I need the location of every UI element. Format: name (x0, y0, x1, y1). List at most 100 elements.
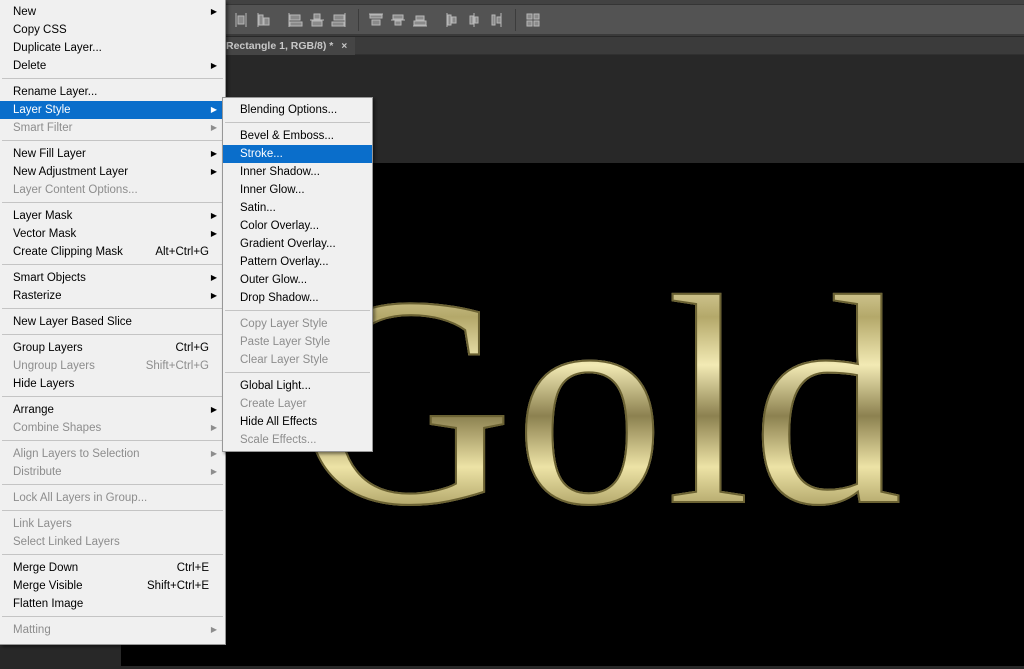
distribute-horizontal-centers-icon[interactable] (232, 11, 250, 29)
menu-item-label: Pattern Overlay... (240, 256, 329, 268)
menu-item-rename-layer[interactable]: Rename Layer... (0, 83, 225, 101)
menu-item-delete[interactable]: Delete ▶ (0, 57, 225, 75)
menu-item-rasterize[interactable]: Rasterize ▶ (0, 287, 225, 305)
menu-item-clear-layer-style[interactable]: Clear Layer Style (223, 351, 372, 369)
menu-item-layer-content-options[interactable]: Layer Content Options... (0, 181, 225, 199)
distribute-top-edges-icon[interactable] (443, 11, 461, 29)
menu-item-select-linked-layers[interactable]: Select Linked Layers (0, 533, 225, 551)
menu-item-duplicate-layer[interactable]: Duplicate Layer... (0, 39, 225, 57)
menu-item-label: Create Layer (240, 398, 307, 410)
menu-item-merge-down[interactable]: Merge Down Ctrl+E (0, 559, 225, 577)
menu-item-label: Rasterize (13, 290, 62, 302)
menu-item-blending-options[interactable]: Blending Options... (223, 101, 372, 119)
menu-item-label: New Layer Based Slice (13, 316, 132, 328)
menu-item-bevel-emboss[interactable]: Bevel & Emboss... (223, 127, 372, 145)
menu-item-label: Align Layers to Selection (13, 448, 140, 460)
menu-item-label: Ungroup Layers (13, 360, 95, 372)
menu-item-inner-glow[interactable]: Inner Glow... (223, 181, 372, 199)
menu-item-hide-all-effects[interactable]: Hide All Effects (223, 413, 372, 431)
menu-item-label: Outer Glow... (240, 274, 308, 286)
menu-item-hide-layers[interactable]: Hide Layers (0, 375, 225, 393)
menu-item-satin[interactable]: Satin... (223, 199, 372, 217)
menu-item-label: Vector Mask (13, 228, 77, 240)
auto-align-layers-icon[interactable] (524, 11, 542, 29)
menu-item-label: Scale Effects... (240, 434, 317, 446)
menu-item-distribute[interactable]: Distribute ▶ (0, 463, 225, 481)
menu-item-lock-all-layers-in-group[interactable]: Lock All Layers in Group... (0, 489, 225, 507)
menu-item-pattern-overlay[interactable]: Pattern Overlay... (223, 253, 372, 271)
menu-item-new-fill-layer[interactable]: New Fill Layer ▶ (0, 145, 225, 163)
menu-separator (2, 510, 223, 511)
menu-item-gradient-overlay[interactable]: Gradient Overlay... (223, 235, 372, 253)
menu-item-label: Satin... (240, 202, 276, 214)
layer-menu: New ▶ Copy CSS Duplicate Layer... Delete ▶ Ren… (0, 0, 226, 645)
menu-item-color-overlay[interactable]: Color Overlay... (223, 217, 372, 235)
align-bottom-edges-icon[interactable] (330, 11, 348, 29)
menu-item-inner-shadow[interactable]: Inner Shadow... (223, 163, 372, 181)
menu-item-layer-mask[interactable]: Layer Mask ▶ (0, 207, 225, 225)
menu-item-flatten-image[interactable]: Flatten Image (0, 595, 225, 613)
menu-separator (2, 554, 223, 555)
menu-item-vector-mask[interactable]: Vector Mask ▶ (0, 225, 225, 243)
menu-item-matting[interactable]: Matting ▶ (0, 621, 225, 639)
menu-item-align-layers-to-selection[interactable]: Align Layers to Selection ▶ (0, 445, 225, 463)
menu-item-label: Lock All Layers in Group... (13, 492, 148, 504)
distribute-bottom-edges-icon[interactable] (487, 11, 505, 29)
align-right-edges-icon[interactable] (411, 11, 429, 29)
menu-item-combine-shapes[interactable]: Combine Shapes ▶ (0, 419, 225, 437)
align-vertical-centers-icon[interactable] (308, 11, 326, 29)
menu-item-paste-layer-style[interactable]: Paste Layer Style (223, 333, 372, 351)
menu-item-arrange[interactable]: Arrange ▶ (0, 401, 225, 419)
menu-item-label: Layer Mask (13, 210, 73, 222)
menu-item-shortcut: Alt+Ctrl+G (155, 246, 209, 258)
align-horizontal-centers-icon[interactable] (389, 11, 407, 29)
menu-item-copy-css[interactable]: Copy CSS (0, 21, 225, 39)
menu-item-label: Drop Shadow... (240, 292, 319, 304)
menu-item-label: New Adjustment Layer (13, 166, 129, 178)
menu-item-create-clipping-mask[interactable]: Create Clipping Mask Alt+Ctrl+G (0, 243, 225, 261)
menu-item-label: Delete (13, 60, 47, 72)
menu-separator (225, 310, 370, 311)
menu-item-label: Hide Layers (13, 378, 75, 390)
menu-item-label: Flatten Image (13, 598, 84, 610)
menu-item-label: Inner Glow... (240, 184, 305, 196)
distribute-vertical-centers-icon[interactable] (465, 11, 483, 29)
menu-item-outer-glow[interactable]: Outer Glow... (223, 271, 372, 289)
menu-item-group-layers[interactable]: Group Layers Ctrl+G (0, 339, 225, 357)
menu-item-scale-effects[interactable]: Scale Effects... (223, 431, 372, 449)
submenu-arrow-icon: ▶ (210, 167, 217, 176)
menu-item-stroke[interactable]: Stroke... (223, 145, 372, 163)
menu-item-label: New (13, 6, 37, 18)
submenu-arrow-icon: ▶ (210, 61, 217, 70)
distribute-right-edges-icon[interactable] (254, 11, 272, 29)
submenu-arrow-icon: ▶ (210, 105, 217, 114)
menu-item-label: Create Clipping Mask (13, 246, 123, 258)
submenu-arrow-icon: ▶ (210, 449, 217, 458)
menu-item-smart-objects[interactable]: Smart Objects ▶ (0, 269, 225, 287)
menu-item-create-layer[interactable]: Create Layer (223, 395, 372, 413)
menu-item-label: Matting (13, 624, 51, 636)
menu-item-merge-visible[interactable]: Merge Visible Shift+Ctrl+E (0, 577, 225, 595)
menu-item-label: Merge Down (13, 562, 79, 574)
menu-item-copy-layer-style[interactable]: Copy Layer Style (223, 315, 372, 333)
menu-item-label: Group Layers (13, 342, 83, 354)
menu-item-label: Smart Objects (13, 272, 86, 284)
menu-item-label: Paste Layer Style (240, 336, 331, 348)
menu-item-label: Layer Content Options... (13, 184, 138, 196)
menu-item-new[interactable]: New ▶ (0, 3, 225, 21)
menu-item-link-layers[interactable]: Link Layers (0, 515, 225, 533)
align-left-edges-icon[interactable] (367, 11, 385, 29)
menu-item-layer-style[interactable]: Layer Style ▶ (0, 101, 225, 119)
menu-item-new-layer-based-slice[interactable]: New Layer Based Slice (0, 313, 225, 331)
menu-item-ungroup-layers[interactable]: Ungroup Layers Shift+Ctrl+G (0, 357, 225, 375)
menu-item-smart-filter[interactable]: Smart Filter ▶ (0, 119, 225, 137)
align-top-edges-icon[interactable] (286, 11, 304, 29)
close-icon[interactable]: × (341, 41, 347, 52)
menu-item-label: Gradient Overlay... (240, 238, 336, 250)
menu-item-drop-shadow[interactable]: Drop Shadow... (223, 289, 372, 307)
menu-item-global-light[interactable]: Global Light... (223, 377, 372, 395)
submenu-arrow-icon: ▶ (210, 211, 217, 220)
menu-item-new-adjustment-layer[interactable]: New Adjustment Layer ▶ (0, 163, 225, 181)
menu-item-label: Smart Filter (13, 122, 73, 134)
toolbar-separator (358, 8, 359, 31)
